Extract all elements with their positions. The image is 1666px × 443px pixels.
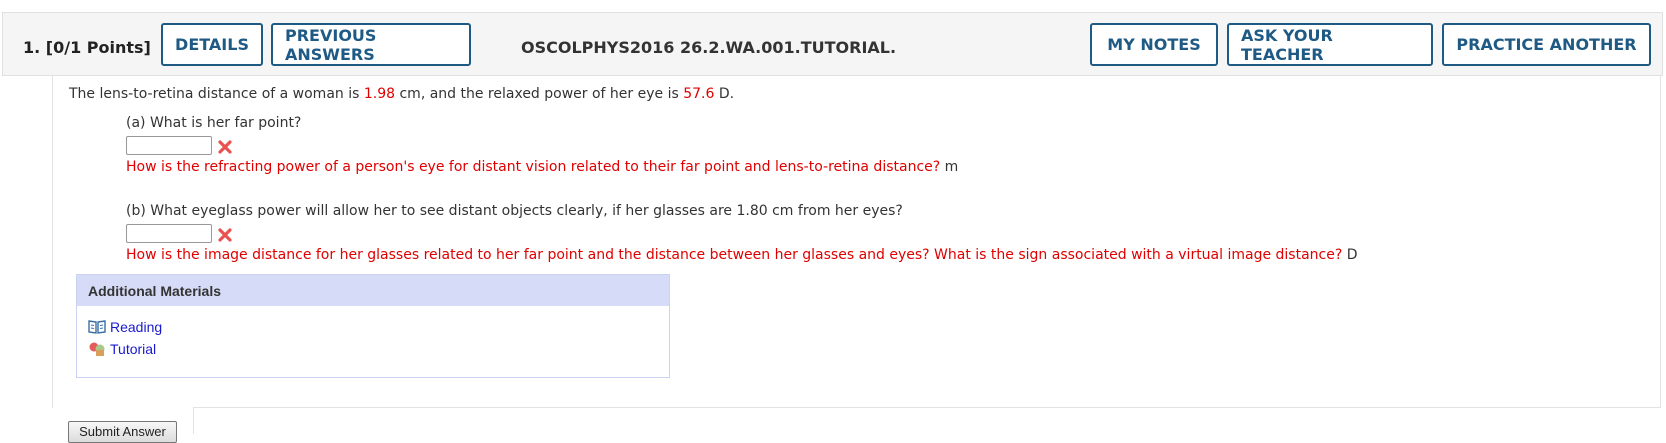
- part-a-unit: m: [944, 159, 959, 175]
- question-number: 1.: [23, 38, 41, 57]
- tutorial-icon: [89, 342, 105, 356]
- submit-answer-button[interactable]: Submit Answer: [68, 421, 177, 443]
- question-stem: The lens-to-retina distance of a woman i…: [69, 86, 735, 102]
- previous-answers-button[interactable]: PREVIOUS ANSWERS: [271, 23, 471, 66]
- tutorial-link[interactable]: Tutorial: [88, 341, 156, 357]
- question-points: [0/1 Points]: [45, 38, 151, 57]
- part-b-answer-input[interactable]: [126, 224, 212, 243]
- part-b-prompt: (b) What eyeglass power will allow her t…: [126, 203, 903, 219]
- question-label: 1. [0/1 Points]: [23, 38, 151, 57]
- ask-your-teacher-button[interactable]: ASK YOUR TEACHER: [1227, 23, 1433, 66]
- part-a-hint: How is the refracting power of a person'…: [126, 159, 959, 175]
- panel-divider-vertical: [193, 407, 194, 434]
- part-b-hint: How is the image distance for her glasse…: [126, 247, 1358, 263]
- book-icon: [88, 320, 106, 334]
- question-header: 1. [0/1 Points] DETAILS PREVIOUS ANSWERS…: [2, 12, 1663, 76]
- part-a-prompt: (a) What is her far point?: [126, 115, 302, 131]
- incorrect-icon: [218, 140, 232, 154]
- assignment-code: OSCOLPHYS2016 26.2.WA.001.TUTORIAL.: [521, 38, 897, 57]
- part-b-unit: D: [1346, 247, 1358, 263]
- tutorial-link-label: Tutorial: [110, 341, 157, 357]
- my-notes-button[interactable]: MY NOTES: [1090, 23, 1218, 66]
- reading-link[interactable]: Reading: [88, 319, 162, 335]
- additional-materials-title: Additional Materials: [77, 275, 669, 306]
- reading-link-label: Reading: [110, 319, 163, 335]
- incorrect-icon: [218, 228, 232, 242]
- panel-divider: [193, 407, 1661, 408]
- eye-power-value: 57.6: [683, 86, 715, 102]
- practice-another-button[interactable]: PRACTICE ANOTHER: [1442, 23, 1651, 66]
- part-a-answer-input[interactable]: [126, 136, 212, 155]
- lens-retina-distance-value: 1.98: [363, 86, 396, 102]
- additional-materials-box: Additional Materials Reading Tutorial: [76, 274, 670, 378]
- details-button[interactable]: DETAILS: [161, 23, 263, 66]
